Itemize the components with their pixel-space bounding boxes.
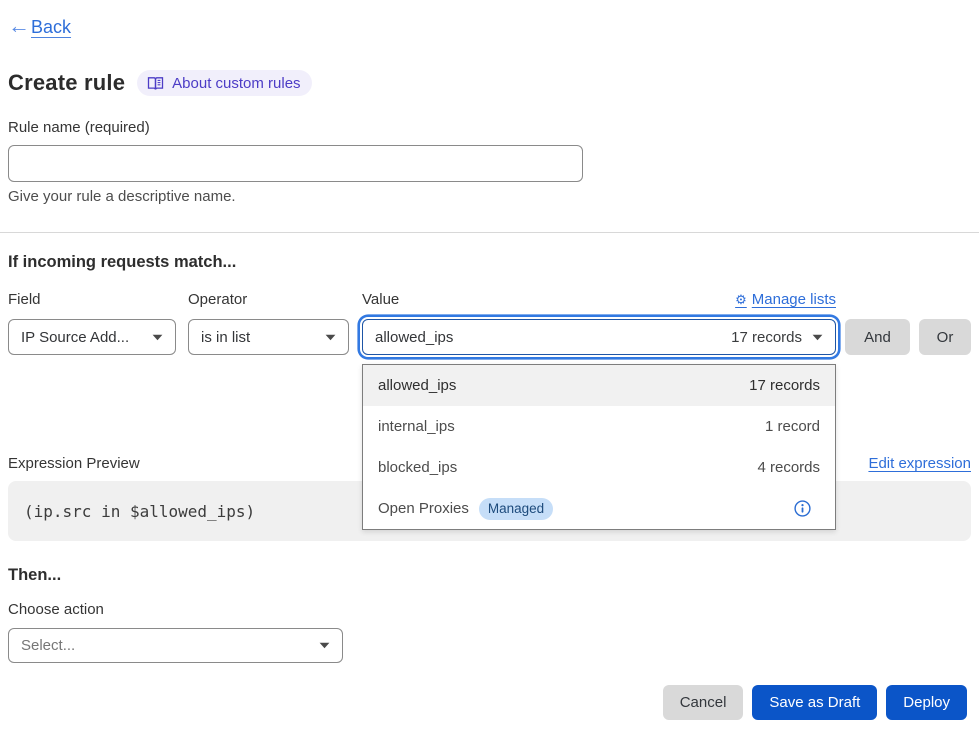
- dropdown-item-open-proxies[interactable]: Open Proxies Managed: [363, 488, 835, 529]
- book-icon: [147, 76, 164, 91]
- edit-expression-link[interactable]: Edit expression: [868, 455, 971, 472]
- about-custom-rules-label: About custom rules: [172, 75, 300, 92]
- back-arrow-icon: ←: [8, 15, 30, 37]
- and-button-col: And: [845, 319, 910, 355]
- value-select-value: allowed_ips: [375, 329, 719, 346]
- choose-action-select[interactable]: Select...: [8, 628, 343, 663]
- match-section-heading: If incoming requests match...: [8, 253, 971, 272]
- back-label: Back: [31, 17, 71, 38]
- dropdown-item-records: 4 records: [757, 459, 820, 476]
- expression-preview-label: Expression Preview: [8, 455, 140, 472]
- value-label-row: Value ⚙ Manage lists: [362, 291, 836, 308]
- choose-action-label: Choose action: [8, 601, 971, 618]
- dropdown-item-blocked-ips[interactable]: blocked_ips 4 records: [363, 447, 835, 488]
- deploy-button[interactable]: Deploy: [886, 685, 967, 720]
- dropdown-item-internal-ips[interactable]: internal_ips 1 record: [363, 406, 835, 447]
- title-row: Create rule About custom rules: [8, 70, 971, 96]
- dropdown-item-records: 17 records: [749, 377, 820, 394]
- expression-code: (ip.src in $allowed_ips): [24, 502, 255, 521]
- chevron-down-icon: [152, 334, 163, 341]
- save-as-draft-button[interactable]: Save as Draft: [752, 685, 877, 720]
- chevron-down-icon: [812, 334, 823, 341]
- field-select-value: IP Source Add...: [21, 329, 142, 346]
- or-button[interactable]: Or: [919, 319, 971, 355]
- value-select-records: 17 records: [731, 329, 802, 346]
- dropdown-item-name-text: Open Proxies: [378, 500, 469, 517]
- field-select[interactable]: IP Source Add...: [8, 319, 176, 355]
- info-icon[interactable]: [794, 500, 811, 517]
- rule-name-helper: Give your rule a descriptive name.: [8, 188, 971, 205]
- dropdown-item-records: 1 record: [765, 418, 820, 435]
- footer-actions: Cancel Save as Draft Deploy: [8, 685, 971, 720]
- gear-icon: ⚙: [735, 293, 747, 306]
- value-dropdown-menu: allowed_ips 17 records internal_ips 1 re…: [362, 364, 836, 530]
- and-button[interactable]: And: [845, 319, 910, 355]
- dropdown-item-allowed-ips[interactable]: allowed_ips 17 records: [363, 365, 835, 406]
- rule-name-label: Rule name (required): [8, 119, 971, 136]
- value-select[interactable]: allowed_ips 17 records: [362, 319, 836, 355]
- chevron-down-icon: [319, 642, 330, 649]
- dropdown-item-name: blocked_ips: [378, 459, 757, 476]
- operator-select-value: is in list: [201, 329, 315, 346]
- back-link[interactable]: ←Back: [8, 16, 71, 38]
- condition-row: IP Source Add... is in list allowed_ips …: [8, 319, 971, 355]
- rule-name-input[interactable]: [8, 145, 583, 182]
- create-rule-page: ←Back Create rule About custom rules Rul…: [0, 0, 979, 720]
- operator-select[interactable]: is in list: [188, 319, 349, 355]
- manage-lists-link[interactable]: ⚙ Manage lists: [735, 291, 836, 308]
- or-button-col: Or: [919, 319, 971, 355]
- value-label: Value: [362, 291, 399, 308]
- condition-labels-row: Field Operator Value ⚙ Manage lists: [8, 291, 971, 308]
- chevron-down-icon: [325, 334, 336, 341]
- dropdown-item-name: allowed_ips: [378, 377, 749, 394]
- about-custom-rules-link[interactable]: About custom rules: [137, 70, 311, 96]
- then-section-heading: Then...: [8, 566, 971, 585]
- manage-lists-label: Manage lists: [752, 291, 836, 308]
- page-title: Create rule: [8, 70, 125, 96]
- choose-action-placeholder: Select...: [21, 637, 309, 654]
- section-divider: [0, 232, 979, 233]
- value-select-wrap: allowed_ips 17 records allowed_ips 17 re…: [362, 319, 836, 355]
- dropdown-item-name: Open Proxies Managed: [378, 498, 794, 520]
- cancel-button[interactable]: Cancel: [663, 685, 744, 720]
- dropdown-item-name: internal_ips: [378, 418, 765, 435]
- managed-badge: Managed: [479, 498, 553, 520]
- field-label: Field: [8, 291, 176, 308]
- operator-label: Operator: [188, 291, 349, 308]
